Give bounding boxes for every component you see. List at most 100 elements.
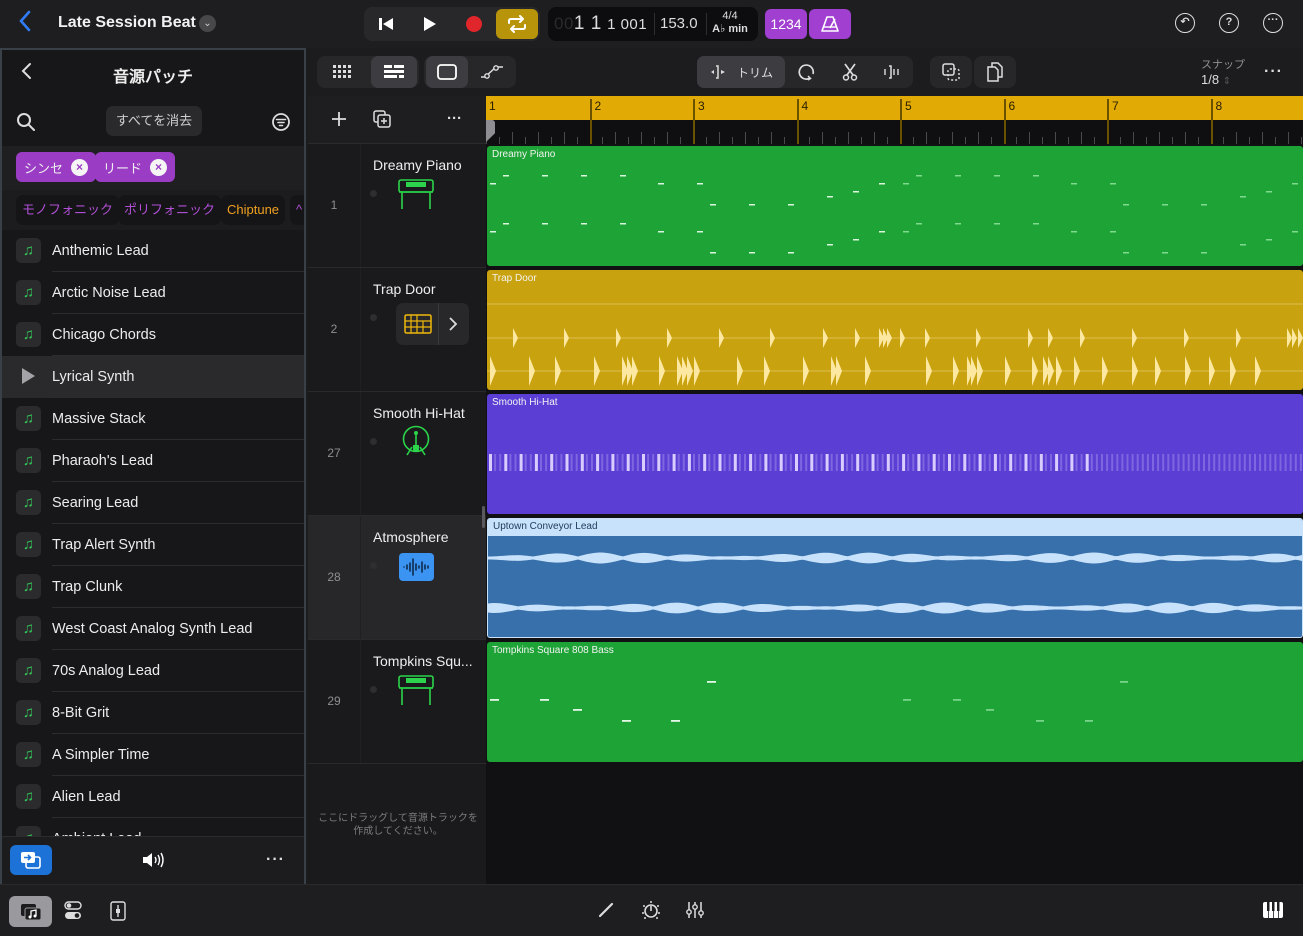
library-more-button[interactable]: ··· xyxy=(266,851,285,869)
midi-note xyxy=(1123,252,1129,254)
library-button[interactable] xyxy=(9,896,52,927)
keyboard-instrument-icon[interactable] xyxy=(398,675,434,707)
more-button[interactable]: ··· xyxy=(1263,13,1283,33)
track-header-selected[interactable]: 28 Atmosphere xyxy=(308,506,486,640)
remove-tag-icon[interactable]: × xyxy=(71,158,89,176)
duplicate-track-icon xyxy=(373,110,391,128)
patch-item[interactable]: Lyrical Synth xyxy=(2,356,304,398)
pattern-step xyxy=(942,454,945,471)
region-mode-button[interactable] xyxy=(426,56,468,88)
back-button[interactable] xyxy=(18,10,38,38)
cycle-button[interactable] xyxy=(496,9,538,39)
search-button[interactable] xyxy=(16,112,36,132)
region-smooth-hi-hat[interactable]: Smooth Hi-Hat xyxy=(487,394,1303,514)
count-in-button[interactable]: 1234 xyxy=(765,9,807,39)
patch-item[interactable]: ♫ 70s Analog Lead xyxy=(2,650,304,692)
grid-view-button[interactable] xyxy=(319,56,365,88)
toolbar-more-button[interactable]: ··· xyxy=(1264,63,1283,81)
title-menu-button[interactable]: ⌄ xyxy=(199,15,216,32)
patch-item[interactable]: ♫ West Coast Analog Synth Lead xyxy=(2,608,304,650)
plugin-button[interactable] xyxy=(110,901,126,921)
region-tompkins-square-808-bass[interactable]: Tompkins Square 808 Bass xyxy=(487,642,1303,762)
chip-more[interactable]: ^ xyxy=(290,195,304,225)
patch-item[interactable]: ♫ Chicago Chords xyxy=(2,314,304,356)
patch-item[interactable]: ♫ Trap Alert Synth xyxy=(2,524,304,566)
smart-controls-button[interactable] xyxy=(641,900,661,920)
project-title[interactable]: Late Session Beat xyxy=(58,14,196,32)
patch-item[interactable]: ♫ Alien Lead xyxy=(2,776,304,818)
filter-button[interactable] xyxy=(271,112,291,132)
track-more-button[interactable]: ··· xyxy=(447,110,462,127)
track-header[interactable]: 29 Tompkins Squ... xyxy=(308,640,486,764)
audio-waveform-icon[interactable] xyxy=(399,553,434,581)
patch-item[interactable]: ♫ Searing Lead xyxy=(2,482,304,524)
pattern-step xyxy=(948,454,951,471)
automation-mode-button[interactable] xyxy=(470,56,514,88)
patch-item[interactable]: ♫ Trap Clunk xyxy=(2,566,304,608)
chip-chiptune[interactable]: Chiptune xyxy=(221,195,286,225)
drum-hit xyxy=(1184,328,1189,348)
drum-machine-button[interactable] xyxy=(396,303,469,345)
scissors-tool-button[interactable] xyxy=(828,56,871,88)
drum-hit xyxy=(855,328,860,348)
clear-all-button[interactable]: すべてを消去 xyxy=(106,106,202,136)
metronome-button[interactable] xyxy=(809,9,851,39)
lcd-display[interactable]: 001 1 1 001 153.0 4/4 A♭ min xyxy=(548,7,758,41)
patch-item[interactable]: ♫Ambient Lead xyxy=(2,818,304,836)
pattern-step xyxy=(851,454,854,471)
track-view-button[interactable] xyxy=(371,56,417,88)
preview-volume-button[interactable] xyxy=(142,851,166,869)
loop-tool-button[interactable] xyxy=(785,56,828,88)
ruler-tick xyxy=(1132,132,1134,144)
pattern-step xyxy=(1269,454,1272,471)
track-header[interactable]: 27 Smooth Hi-Hat xyxy=(308,392,486,516)
patch-item[interactable]: ♫ Pharaoh's Lead xyxy=(2,440,304,482)
tag-lead[interactable]: リード × xyxy=(95,152,176,182)
split-tool-button[interactable] xyxy=(871,56,913,88)
duplicate-track-button[interactable] xyxy=(373,110,391,128)
keyboard-button[interactable] xyxy=(1263,902,1283,918)
more-icon: ··· xyxy=(447,110,462,127)
keyboard-instrument-icon[interactable] xyxy=(398,179,434,211)
paste-button[interactable] xyxy=(974,56,1016,88)
toggles-button[interactable] xyxy=(64,901,82,921)
undo-button[interactable]: ↶ xyxy=(1175,13,1195,33)
patch-item[interactable]: ♫ A Simpler Time xyxy=(2,734,304,776)
patch-item[interactable]: ♫ 8-Bit Grit xyxy=(2,692,304,734)
replace-patch-button[interactable] xyxy=(10,845,52,875)
track-header[interactable]: 1 Dreamy Piano xyxy=(308,144,486,268)
region-trap-door[interactable]: Trap Door xyxy=(487,270,1303,390)
help-button[interactable]: ? xyxy=(1219,13,1239,33)
track-header[interactable]: 2 Trap Door xyxy=(308,268,486,392)
duplicate-button[interactable] xyxy=(930,56,972,88)
chip-monophonic[interactable]: モノフォニック xyxy=(16,195,120,225)
chip-polyphonic[interactable]: ポリフォニック xyxy=(118,195,222,225)
drum-kit-icon[interactable] xyxy=(400,425,432,457)
patch-item[interactable]: ♫ Arctic Noise Lead xyxy=(2,272,304,314)
pencil-button[interactable] xyxy=(598,902,614,918)
ruler-tick xyxy=(938,137,940,144)
region-uptown-conveyor-lead[interactable]: Uptown Conveyor Lead xyxy=(487,518,1303,638)
ruler-ticks[interactable] xyxy=(486,120,1303,144)
midi-note xyxy=(1162,204,1168,206)
snap-value-selector[interactable]: 1/8 ⇕ xyxy=(1201,72,1231,87)
record-button[interactable] xyxy=(454,7,494,41)
track-status-dot xyxy=(370,190,377,197)
add-track-button[interactable] xyxy=(331,111,347,127)
patch-item[interactable]: ♫ Anthemic Lead xyxy=(2,230,304,272)
region-dreamy-piano[interactable]: Dreamy Piano xyxy=(487,146,1303,266)
mixer-button[interactable] xyxy=(686,901,704,919)
track-list-scrollbar[interactable] xyxy=(482,506,485,528)
remove-tag-icon[interactable]: × xyxy=(150,158,168,176)
play-button[interactable] xyxy=(410,7,450,41)
trim-tool-button[interactable]: トリム xyxy=(697,56,785,88)
rewind-button[interactable] xyxy=(366,7,406,41)
ruler-tick xyxy=(641,132,643,144)
replace-patch-icon xyxy=(21,852,41,869)
ruler-bar[interactable] xyxy=(486,96,1303,120)
play-preview-icon[interactable] xyxy=(22,368,35,384)
drum-hit xyxy=(1155,356,1161,386)
ruler-tick xyxy=(537,132,539,144)
patch-item[interactable]: ♫ Massive Stack xyxy=(2,398,304,440)
tag-synth[interactable]: シンセ × xyxy=(16,152,97,182)
